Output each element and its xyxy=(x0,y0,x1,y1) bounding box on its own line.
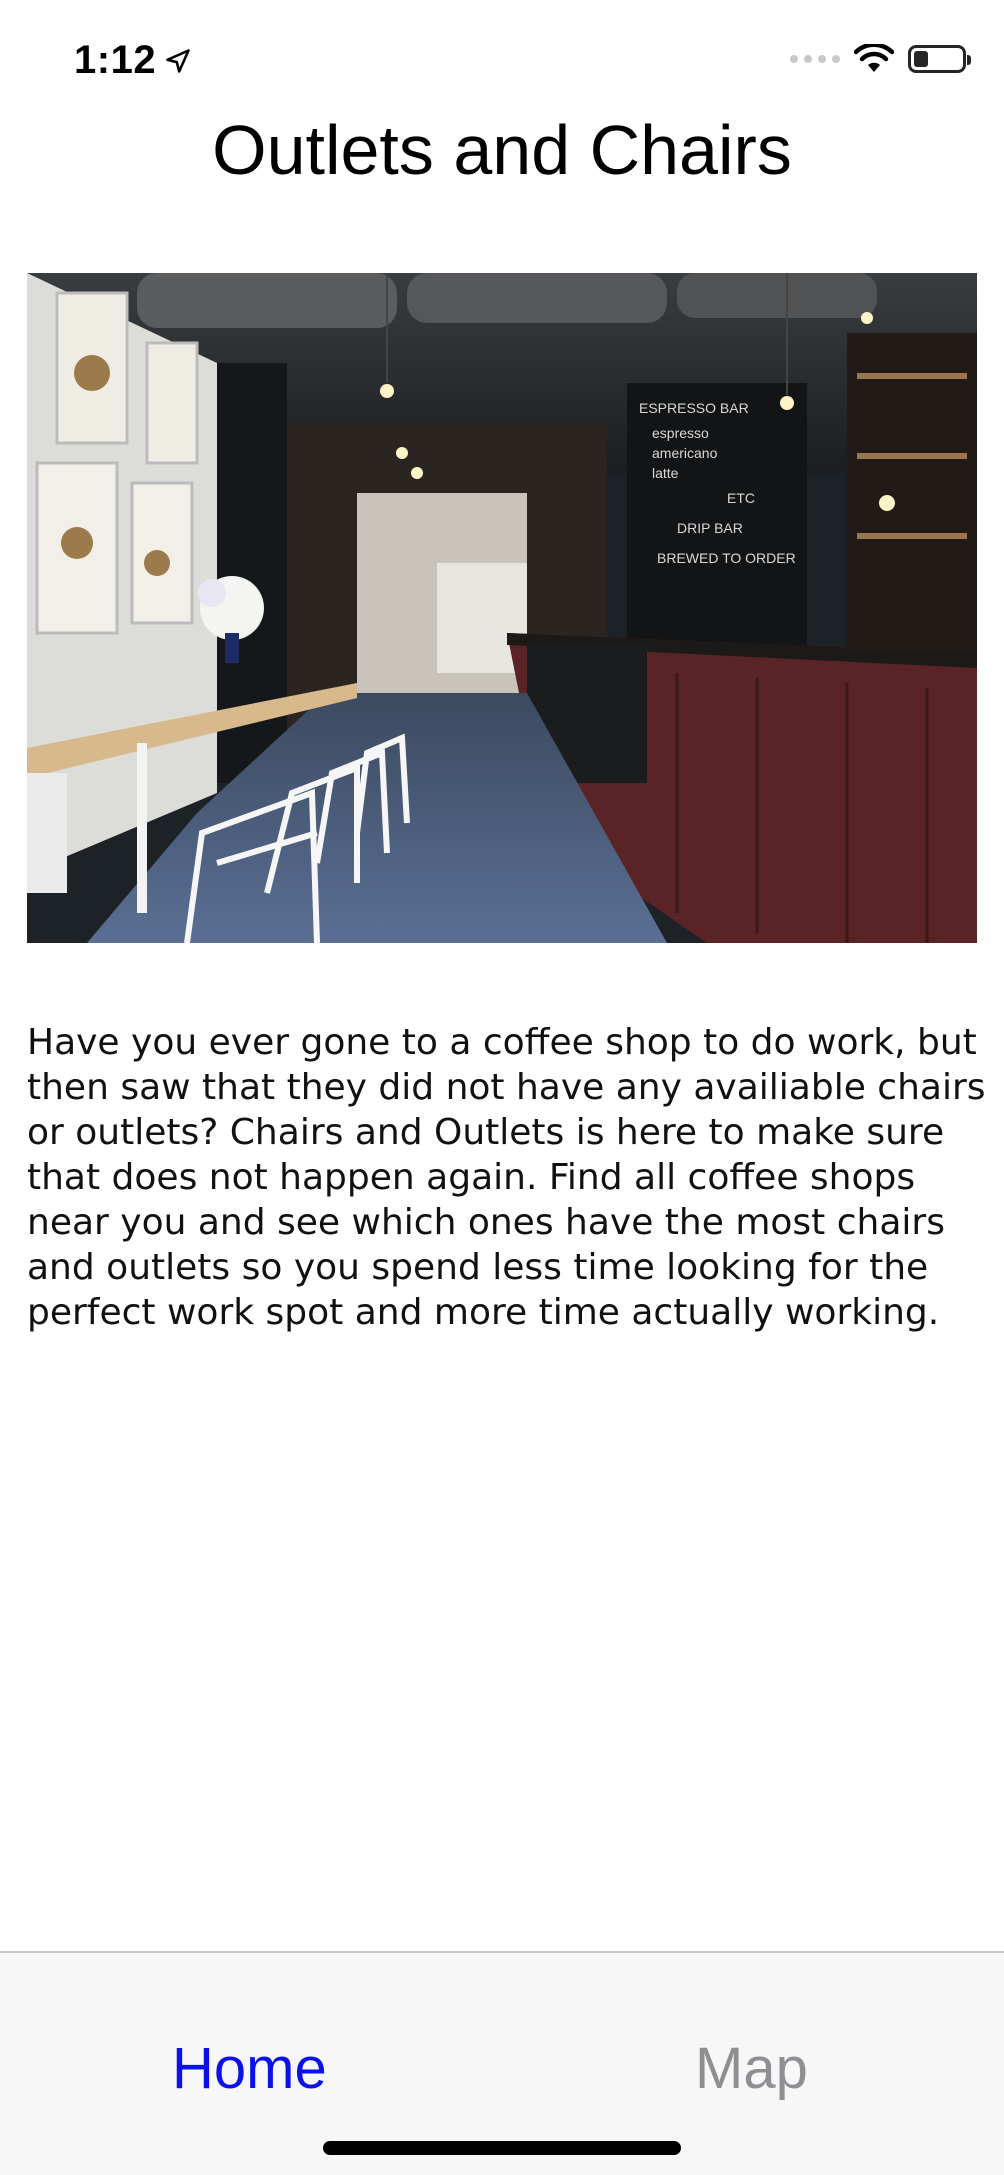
svg-text:DRIP BAR: DRIP BAR xyxy=(677,520,743,536)
svg-text:espresso: espresso xyxy=(652,425,709,441)
tab-map[interactable]: Map xyxy=(695,2035,808,2102)
location-arrow-icon xyxy=(166,48,190,73)
status-time: 1:12 xyxy=(74,38,192,83)
svg-text:BREWED TO ORDER: BREWED TO ORDER xyxy=(657,550,796,566)
status-time-text: 1:12 xyxy=(74,38,157,82)
tab-home[interactable]: Home xyxy=(172,2035,327,2102)
svg-text:ESPRESSO BAR: ESPRESSO BAR xyxy=(639,400,749,416)
status-indicators xyxy=(790,44,971,74)
signal-dots-icon xyxy=(790,55,840,63)
wifi-icon xyxy=(854,44,894,72)
tab-bar: Home Map xyxy=(0,1951,1004,2175)
page-title: Outlets and Chairs xyxy=(212,111,792,189)
coffee-shop-photo: ESPRESSO BAR espresso americano latte ET… xyxy=(27,273,977,943)
hero-image: ESPRESSO BAR espresso americano latte ET… xyxy=(27,273,977,943)
svg-text:americano: americano xyxy=(652,445,718,461)
battery-icon xyxy=(908,45,971,73)
svg-text:latte: latte xyxy=(652,465,679,481)
app-screen: 1:12 Outlets and Chairs ESPRESSO BAR esp… xyxy=(0,0,1004,2175)
svg-text:ETC: ETC xyxy=(727,490,755,506)
battery-level xyxy=(914,51,928,67)
home-indicator[interactable] xyxy=(323,2141,681,2155)
description-text: Have you ever gone to a coffee shop to d… xyxy=(27,1022,986,1333)
